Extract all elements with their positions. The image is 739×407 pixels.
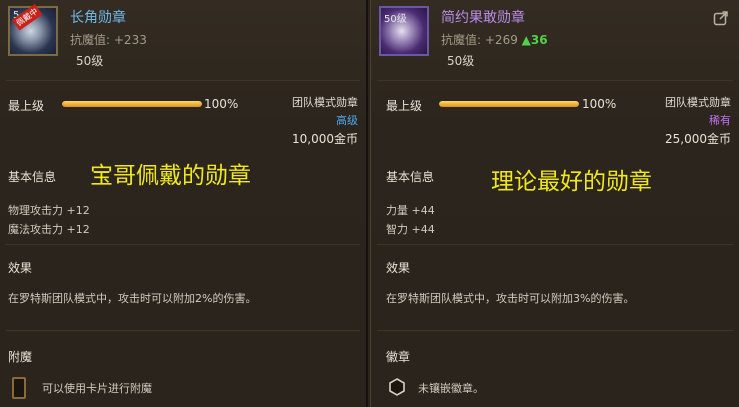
- item-mode: 团队模式勋章: [665, 96, 731, 109]
- item-price: 10,000金币: [292, 132, 358, 146]
- item-mode: 团队模式勋章: [292, 96, 358, 109]
- icon-level-tag: 50级: [384, 14, 407, 25]
- stat-value: : +269: [477, 33, 518, 47]
- divider: [6, 244, 360, 245]
- basic-info-title: 基本信息: [8, 170, 57, 184]
- item-level: 50级: [447, 54, 475, 68]
- upgrade-progress-fill: [439, 101, 579, 107]
- effect-title: 效果: [386, 261, 411, 275]
- divider: [6, 80, 360, 81]
- upgrade-progress-fill: [62, 101, 202, 107]
- basic-info-title: 基本信息: [386, 170, 435, 184]
- horn-medal-icon[interactable]: 5 佩戴中: [8, 3, 58, 56]
- stat-increase: ▲36: [521, 33, 548, 47]
- item-name: 简约果敢勋章: [441, 10, 525, 26]
- effect-text: 在罗特斯团队模式中，攻击时可以附加2%的伤害。: [8, 292, 257, 305]
- stat-line: 力量 +44: [386, 204, 435, 217]
- enchant-text: 可以使用卡片进行附魔: [42, 382, 152, 395]
- progress-percent: 100%: [204, 97, 239, 111]
- stat-line: 物理攻击力 +12: [8, 204, 90, 217]
- magic-resist-stat: 抗魔值: +269 ▲36: [441, 31, 548, 48]
- divider: [377, 244, 733, 245]
- item-price: 25,000金币: [665, 132, 731, 146]
- stat-value: : +233: [106, 33, 147, 47]
- max-level-label: 最上级: [8, 99, 45, 113]
- stat-label: 抗魔值: [70, 33, 107, 47]
- upgrade-progress-bar: [439, 101, 579, 107]
- effect-text: 在罗特斯团队模式中，攻击时可以附加3%的伤害。: [386, 292, 635, 305]
- emblem-socket-icon[interactable]: [388, 378, 406, 396]
- export-icon[interactable]: [713, 10, 729, 26]
- item-name: 长角勋章: [70, 10, 126, 26]
- item-tooltip-left: 5 佩戴中 长角勋章 抗魔值: +233 50级 最上级 100% 团队模式勋章…: [0, 0, 368, 407]
- effect-title: 效果: [8, 261, 33, 275]
- stat-line: 智力 +44: [386, 223, 435, 236]
- stat-line: 魔法攻击力 +12: [8, 223, 90, 236]
- magic-resist-stat: 抗魔值: +233: [70, 31, 147, 48]
- progress-percent: 100%: [582, 97, 617, 111]
- bold-medal-icon[interactable]: 50级: [379, 6, 429, 56]
- divider: [6, 330, 360, 331]
- item-level: 50级: [76, 54, 104, 68]
- enchant-title: 附魔: [8, 350, 33, 364]
- max-level-label: 最上级: [386, 99, 423, 113]
- divider: [377, 330, 733, 331]
- emblem-text: 未镶嵌徽章。: [418, 382, 484, 395]
- annotation-caption: 宝哥佩戴的勋章: [90, 163, 251, 189]
- equipped-badge: 佩戴中: [12, 3, 43, 31]
- stat-label: 抗魔值: [441, 33, 478, 47]
- emblem-title: 徽章: [386, 350, 411, 364]
- upgrade-progress-bar: [62, 101, 202, 107]
- divider: [377, 80, 733, 81]
- card-slot-icon[interactable]: [12, 377, 26, 399]
- item-rarity: 稀有: [709, 114, 731, 127]
- item-rarity: 高级: [336, 114, 358, 127]
- annotation-caption: 理论最好的勋章: [491, 169, 652, 195]
- item-tooltip-right: 50级 简约果敢勋章 抗魔值: +269 ▲36 50级 最上级 100% 团队…: [370, 0, 739, 407]
